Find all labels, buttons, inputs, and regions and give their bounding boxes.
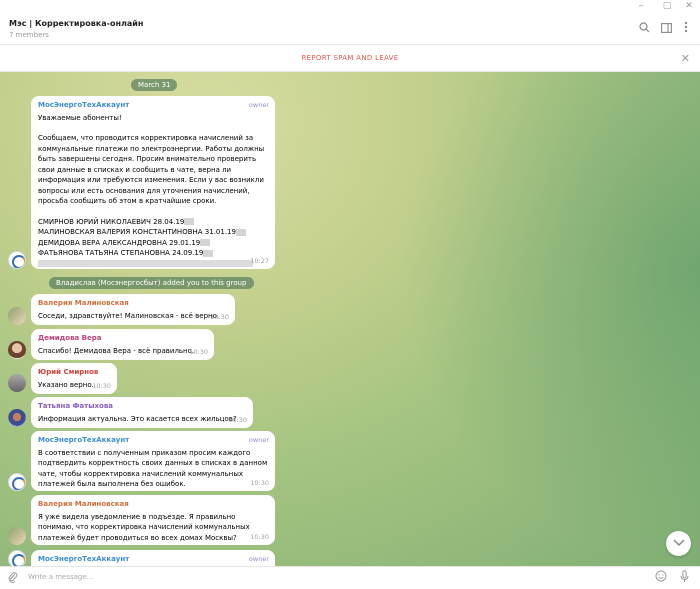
message-bubble[interactable]: Юрий Смирнов Указано верно. 10:30 [31, 363, 117, 394]
avatar[interactable] [8, 527, 26, 545]
report-spam-button[interactable]: REPORT SPAM AND LEAVE [0, 54, 700, 62]
service-message: Владислав (Мосэнергосбыт) added you to t… [49, 277, 254, 289]
message-bubble[interactable]: Валерия Малиновская Соседи, здравствуйте… [31, 294, 235, 325]
chat-history[interactable]: March 31 МосЭнергоТехАккаунт owner Уважа… [0, 72, 700, 566]
redacted-line [38, 260, 253, 267]
message-text: В соответствии с полученным приказом про… [38, 448, 268, 489]
message-author[interactable]: Валерия Малиновская [38, 298, 228, 309]
avatar[interactable] [8, 550, 26, 566]
avatar[interactable] [8, 473, 26, 491]
message-composer[interactable]: Write a message... [0, 566, 700, 589]
report-spam-bar: REPORT SPAM AND LEAVE ✕ [0, 46, 700, 72]
emoji-icon[interactable] [655, 570, 667, 585]
date-separator: March 31 [131, 79, 178, 91]
message-time: 10:30 [228, 415, 247, 424]
message-time: 10:30 [250, 478, 269, 487]
microphone-icon[interactable] [680, 570, 689, 586]
message-time: 10:30 [250, 532, 269, 541]
sidebar-icon[interactable] [658, 21, 674, 37]
maximize-button[interactable]: ▢ [656, 0, 678, 13]
message-text: Я уже видела уведомление в подъезде. Я п… [38, 512, 250, 542]
message-text: Информация актуальна. Это касается всех … [38, 414, 237, 423]
list-item: ДЕМИДОВА ВЕРА АЛЕКСАНДРОВНА 29.01.19 [38, 238, 201, 247]
message-text: Соседи, здравствуйте! Малиновская - всё … [38, 311, 220, 320]
avatar[interactable] [8, 307, 26, 325]
close-window-button[interactable]: ✕ [678, 0, 700, 13]
message-bubble[interactable]: Татьяна Фатыхова Информация актуальна. Э… [31, 397, 253, 428]
members-count: 7 members [9, 31, 49, 39]
redacted-block [235, 228, 246, 236]
scroll-down-button[interactable] [666, 531, 691, 556]
close-icon[interactable]: ✕ [681, 52, 690, 65]
avatar[interactable] [8, 409, 26, 427]
chat-header[interactable]: Мэс | Корректировка-онлайн 7 members [0, 13, 700, 45]
message-text: Спасибо! Демидова Вера - всё правильно. [38, 346, 195, 355]
message-author[interactable]: Демидова Вера [38, 333, 207, 344]
message-author[interactable]: Валерия Малиновская [38, 499, 268, 510]
chevron-down-icon [672, 539, 685, 547]
message-bubble[interactable]: МосЭнергоТехАккаунт owner В соответствии… [31, 431, 275, 491]
message-author[interactable]: МосЭнергоТехАккаунт [38, 554, 268, 565]
avatar[interactable] [8, 251, 26, 269]
search-icon[interactable] [636, 21, 652, 37]
owner-badge: owner [248, 555, 269, 563]
list-item: МАЛИНОВСКАЯ ВАЛЕРИЯ КОНСТАНТИНОВНА 31.01… [38, 228, 236, 236]
message-time: 10:30 [189, 347, 208, 356]
list-item: СМИРНОВ ЮРИЙ НИКОЛАЕВИЧ 28.04.19 [38, 217, 185, 226]
message-bubble[interactable]: Демидова Вера Спасибо! Демидова Вера - в… [31, 329, 214, 360]
paperclip-icon[interactable] [8, 571, 18, 586]
message-author[interactable]: Татьяна Фатыхова [38, 401, 246, 412]
minimize-button[interactable]: ‒ [630, 0, 652, 13]
window-titlebar: ‒ ▢ ✕ [0, 0, 700, 13]
redacted-block [200, 239, 211, 246]
message-bubble[interactable]: МосЭнергоТехАккаунт owner Уважаемые абон… [31, 96, 275, 269]
avatar[interactable] [8, 374, 26, 392]
message-text-paragraph: Сообщаем, что проводится корректировка н… [38, 134, 265, 205]
list-item: ФАТЬЯНОВА ТАТЬЯНА СТЕПАНОВНА 24.09.19 [38, 249, 204, 257]
avatar[interactable] [8, 341, 26, 359]
message-author[interactable]: Юрий Смирнов [38, 367, 110, 378]
message-time: 10:30 [210, 312, 229, 321]
message-author[interactable]: МосЭнергоТехАккаунт [38, 100, 268, 111]
message-time: 10:27 [250, 256, 269, 265]
message-input[interactable]: Write a message... [28, 573, 93, 581]
message-bubble[interactable]: Валерия Малиновская Я уже видела уведомл… [31, 495, 275, 545]
owner-badge: owner [248, 436, 269, 444]
message-time: 10:30 [92, 381, 111, 390]
redacted-block [184, 218, 195, 225]
message-text-line: Уважаемые абоненты! [38, 113, 122, 122]
redacted-block [203, 249, 214, 257]
owner-badge: owner [248, 101, 269, 109]
more-vertical-icon[interactable] [678, 21, 694, 37]
chat-title: Мэс | Корректировка-онлайн [9, 19, 144, 28]
message-bubble[interactable]: МосЭнергоТехАккаунт owner [31, 550, 275, 566]
message-author[interactable]: МосЭнергоТехАккаунт [38, 435, 268, 446]
